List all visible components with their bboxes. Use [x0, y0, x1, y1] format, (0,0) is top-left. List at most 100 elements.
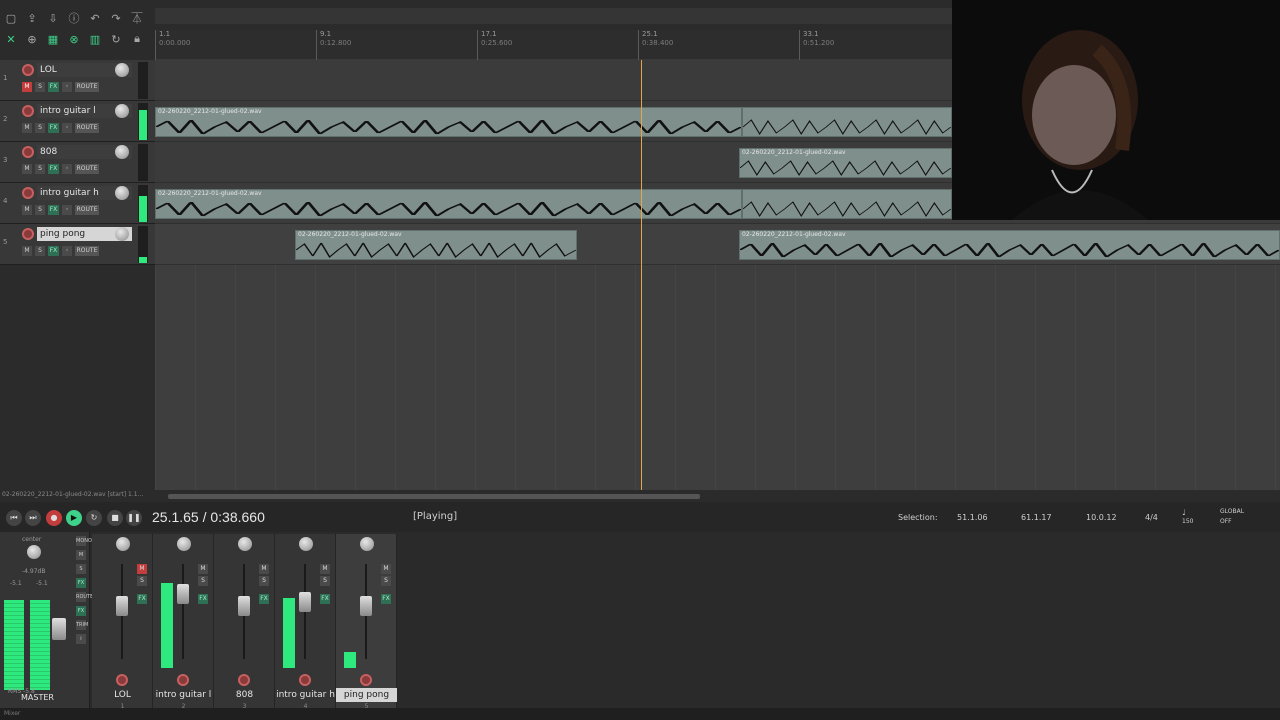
strip-name[interactable]: intro guitar l — [153, 688, 214, 702]
record-arm-icon[interactable] — [177, 674, 189, 686]
timeline-ruler[interactable]: 1.1 0:00.000 9.1 0:12.800 17.1 0:25.600 25.… — [155, 30, 952, 60]
record-arm-icon[interactable] — [360, 674, 372, 686]
empty-track-area[interactable] — [155, 265, 1280, 490]
master-fx-button[interactable]: FX — [76, 578, 86, 588]
media-item[interactable]: 02-260220_2212-01-glued-02.wav — [155, 189, 742, 219]
metronome-icon[interactable]: ⏄ — [128, 10, 146, 26]
mute-button[interactable]: M — [320, 564, 330, 574]
master-solo-button[interactable]: S — [76, 564, 86, 574]
redo-icon[interactable]: ↷ — [107, 10, 125, 26]
record-button[interactable]: ● — [46, 510, 62, 526]
mono-button[interactable]: MONO — [76, 536, 92, 546]
solo-button[interactable]: S — [35, 123, 45, 133]
lock-icon[interactable]: 🔒︎ — [128, 31, 146, 47]
bpm-value[interactable]: 150 — [1182, 518, 1193, 525]
track-header-intro-guitar-h[interactable]: 4 intro guitar h M S FX ◦ ROUTE — [0, 183, 155, 224]
master-route-button[interactable]: ROUTE — [76, 592, 93, 602]
fx-button[interactable]: FX — [259, 594, 269, 604]
route-button[interactable]: ROUTE — [75, 246, 99, 256]
loop-icon[interactable]: ↻ — [107, 31, 125, 47]
track-lane[interactable]: 02-260220_2212-01-glued-02.wav 02-260220… — [155, 224, 1280, 265]
strip-name[interactable]: 808 — [214, 688, 275, 702]
time-signature[interactable]: 4/4 — [1145, 513, 1158, 522]
scroll-thumb[interactable] — [168, 494, 700, 499]
mute-button[interactable]: M — [22, 164, 32, 174]
master-fader[interactable] — [52, 618, 66, 640]
volume-knob[interactable] — [115, 145, 129, 159]
mute-button[interactable]: M — [22, 246, 32, 256]
record-arm-icon[interactable] — [238, 674, 250, 686]
trim-button[interactable]: TRIM — [76, 620, 88, 630]
strip-name[interactable]: ping pong — [336, 688, 397, 702]
stop-button[interactable]: ■ — [107, 510, 123, 526]
ripple-icon[interactable]: ✕ — [2, 31, 20, 47]
solo-button[interactable]: S — [35, 205, 45, 215]
record-arm-icon[interactable] — [116, 674, 128, 686]
pan-knob[interactable] — [238, 537, 252, 551]
solo-button[interactable]: S — [35, 164, 45, 174]
link-icon[interactable]: ⊕ — [23, 31, 41, 47]
route-button[interactable]: ROUTE — [75, 164, 99, 174]
metronome-small-icon[interactable]: ♩ — [1182, 508, 1186, 517]
mute-button[interactable]: M — [259, 564, 269, 574]
info-button[interactable]: i — [76, 634, 86, 644]
skip-forward-icon[interactable]: ⏭ — [25, 510, 41, 526]
skip-back-icon[interactable]: ⏮ — [6, 510, 22, 526]
solo-button[interactable]: S — [381, 576, 391, 586]
track-header-808[interactable]: 3 808 M S FX ◦ ROUTE — [0, 142, 155, 183]
route-button[interactable]: ROUTE — [75, 123, 99, 133]
pan-knob[interactable] — [177, 537, 191, 551]
pause-button[interactable]: ❚❚ — [126, 510, 142, 526]
strip-name[interactable]: intro guitar h — [275, 688, 336, 702]
region-marker-lane[interactable] — [155, 8, 952, 24]
fx-button[interactable]: FX — [48, 82, 59, 92]
media-item[interactable] — [742, 107, 952, 137]
download-icon[interactable]: ⇩ — [44, 10, 62, 26]
solo-button[interactable]: S — [137, 576, 147, 586]
grid2-icon[interactable]: ▥ — [86, 31, 104, 47]
strip-name[interactable]: LOL — [92, 688, 153, 702]
fx-button[interactable]: FX — [320, 594, 330, 604]
master-mute-button[interactable]: M — [76, 550, 86, 560]
io-icon[interactable]: ◦ — [62, 82, 72, 92]
pan-knob[interactable] — [299, 537, 313, 551]
fx-button[interactable]: FX — [48, 205, 59, 215]
mixer-strip-intro-guitar-l[interactable]: M S FX intro guitar l 2 — [153, 534, 214, 710]
solo-button[interactable]: S — [198, 576, 208, 586]
selection-length[interactable]: 10.0.12 — [1086, 513, 1117, 522]
mixer-strip-808[interactable]: M S FX 808 3 — [214, 534, 275, 710]
media-item[interactable]: 02-260220_2212-01-glued-02.wav — [739, 230, 1280, 260]
record-arm-icon[interactable] — [299, 674, 311, 686]
volume-fader[interactable] — [177, 584, 189, 604]
mute-button[interactable]: M — [22, 205, 32, 215]
fx-button[interactable]: FX — [137, 594, 147, 604]
volume-fader[interactable] — [360, 596, 372, 616]
solo-button[interactable]: S — [35, 82, 45, 92]
route-button[interactable]: ROUTE — [75, 205, 99, 215]
media-item[interactable]: 02-260220_2212-01-glued-02.wav — [295, 230, 577, 260]
media-item[interactable] — [742, 189, 952, 219]
selection-end[interactable]: 61.1.17 — [1021, 513, 1052, 522]
repeat-icon[interactable]: ↻ — [86, 510, 102, 526]
record-arm-icon[interactable] — [22, 64, 34, 76]
fx-button[interactable]: FX — [381, 594, 391, 604]
global-state[interactable]: OFF — [1220, 518, 1232, 525]
mute-button[interactable]: M — [22, 82, 32, 92]
mute-button[interactable]: M — [22, 123, 32, 133]
record-arm-icon[interactable] — [22, 146, 34, 158]
mute-button[interactable]: M — [381, 564, 391, 574]
horizontal-scrollbar[interactable]: 02-260220_2212-01-glued-02.wav [start] 1… — [0, 490, 1280, 502]
master-pan-knob[interactable] — [27, 545, 41, 559]
io-icon[interactable]: ◦ — [62, 205, 72, 215]
solo-button[interactable]: S — [259, 576, 269, 586]
mute-button[interactable]: M — [137, 564, 147, 574]
track-header-ping-pong[interactable]: 5 ping pong M S FX ◦ ROUTE — [0, 224, 155, 265]
undo-icon[interactable]: ↶ — [86, 10, 104, 26]
pan-knob[interactable] — [116, 537, 130, 551]
info-icon[interactable]: ⓘ — [65, 10, 83, 26]
mute-button[interactable]: M — [198, 564, 208, 574]
fx-button[interactable]: FX — [48, 246, 59, 256]
io-icon[interactable]: ◦ — [62, 246, 72, 256]
io-icon[interactable]: ◦ — [62, 164, 72, 174]
volume-fader[interactable] — [116, 596, 128, 616]
